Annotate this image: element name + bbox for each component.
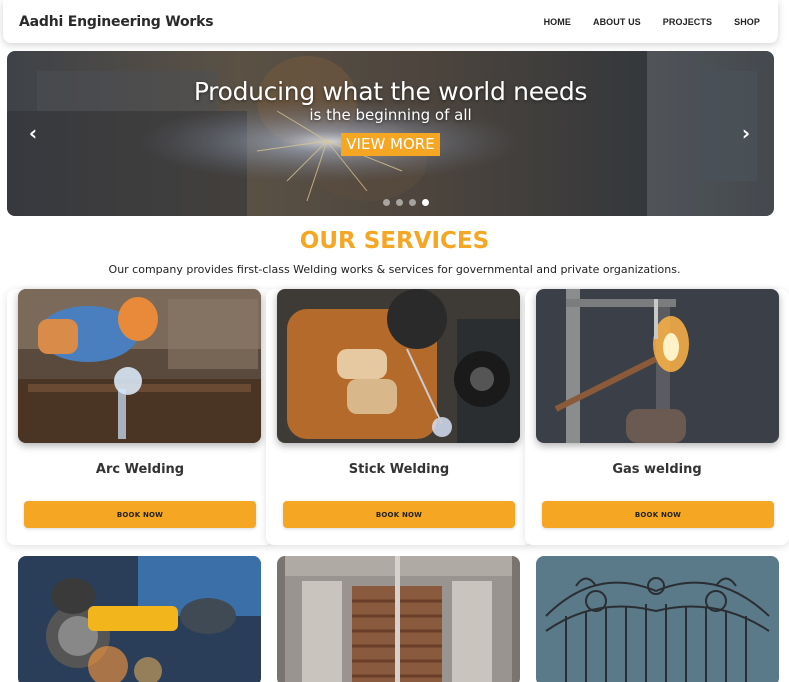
card-title: Gas welding [612, 462, 702, 477]
carousel-dot-1[interactable] [382, 199, 390, 206]
hero-title: Producing what the world needs [193, 77, 588, 106]
nav-links: HOME ABOUT US PROJECTS SHOP [544, 17, 762, 27]
view-more-button[interactable]: VIEW MORE [341, 133, 440, 156]
navbar: Aadhi Engineering Works HOME ABOUT US PR… [3, 0, 778, 43]
book-now-button[interactable]: BOOK NOW [283, 501, 515, 528]
steel-gate-image [277, 556, 520, 682]
service-card-stick: Stick Welding BOOK NOW [266, 289, 532, 545]
carousel-indicators [7, 199, 774, 206]
services-description: Our company provides first-class Welding… [108, 263, 681, 276]
card-title: Arc Welding [95, 462, 185, 477]
nav-projects-link[interactable]: PROJECTS [663, 17, 712, 27]
nav-shop-link[interactable]: SHOP [734, 17, 760, 27]
nav-about-link[interactable]: ABOUT US [593, 17, 641, 27]
arc-welding-image [18, 289, 261, 443]
gas-welding-image [536, 289, 779, 443]
brand-name[interactable]: Aadhi Engineering Works [19, 14, 214, 30]
service-card-gas: Gas welding BOOK NOW [525, 289, 789, 545]
book-now-button[interactable]: BOOK NOW [542, 501, 774, 528]
service-card-arc: Arc Welding BOOK NOW [7, 289, 273, 545]
stick-welding-image [277, 289, 520, 443]
nav-home-link[interactable]: HOME [544, 17, 571, 27]
carousel-dot-2[interactable] [395, 199, 403, 206]
iron-gate-image [536, 556, 779, 682]
hero-caption: Producing what the world needs is the be… [7, 77, 774, 156]
hero-carousel: Producing what the world needs is the be… [7, 51, 774, 216]
services-title: OUR SERVICES [299, 228, 490, 254]
chevron-left-icon[interactable]: ‹ [23, 123, 43, 143]
carousel-dot-4[interactable] [421, 199, 429, 206]
carousel-dot-3[interactable] [408, 199, 416, 206]
hero-subtitle: is the beginning of all [309, 106, 472, 124]
card-title: Stick Welding [348, 462, 450, 477]
chevron-right-icon[interactable]: › [736, 123, 756, 143]
grinding-image [18, 556, 261, 682]
book-now-button[interactable]: BOOK NOW [24, 501, 256, 528]
